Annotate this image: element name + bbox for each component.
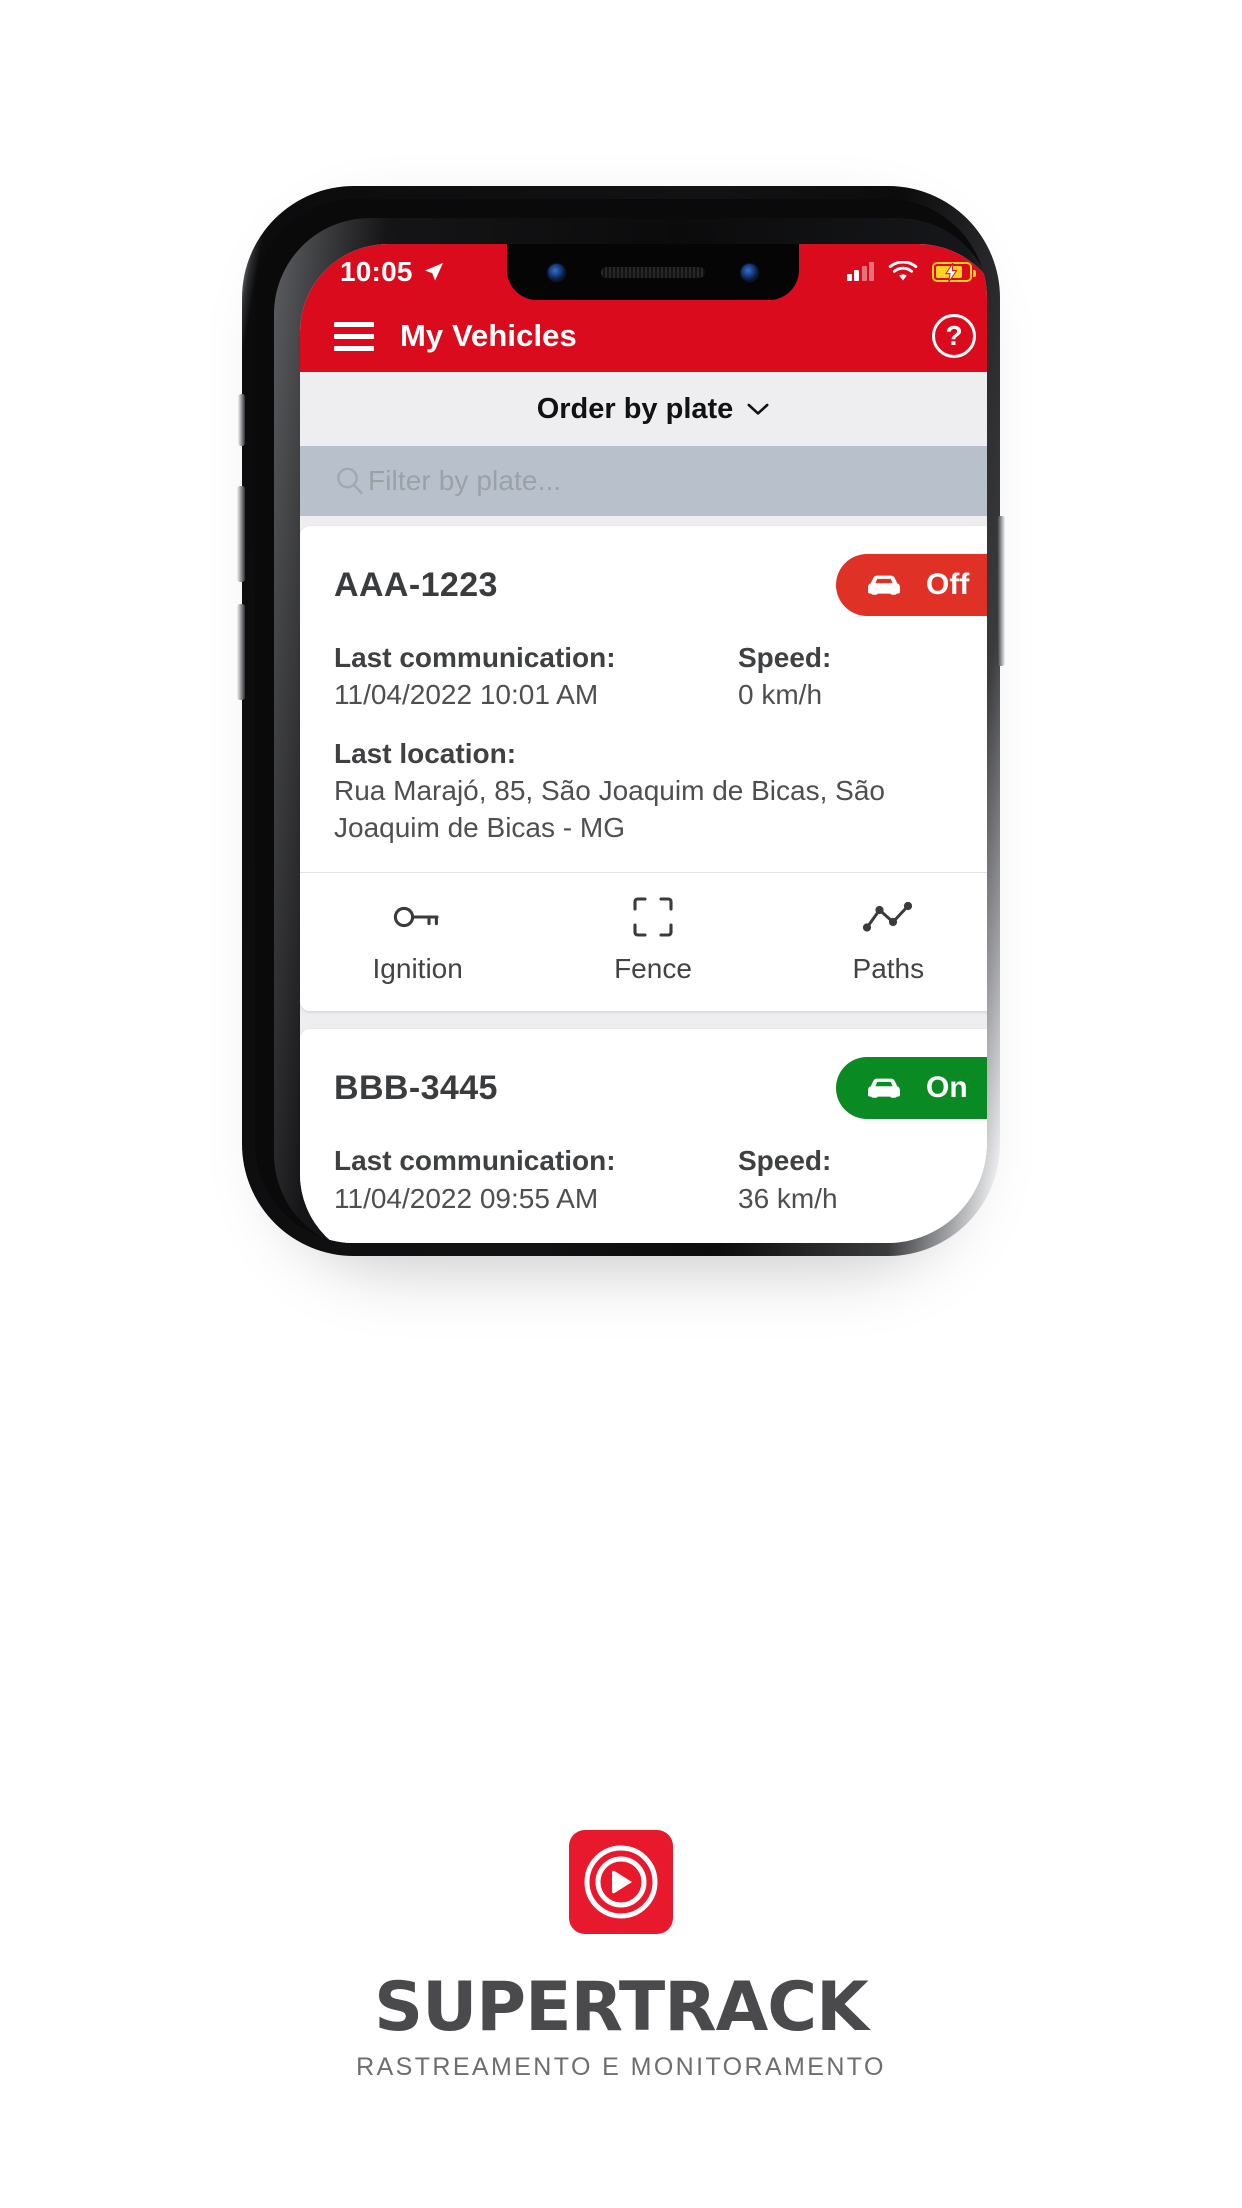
phone-notch bbox=[507, 244, 799, 300]
speed-label: Speed: bbox=[738, 1145, 832, 1177]
car-icon bbox=[868, 575, 900, 595]
ignition-status-label: Off bbox=[926, 568, 970, 601]
vehicle-card-header: AAA-1223 Off bbox=[300, 526, 987, 640]
phone-body: 10:05 My Vehicles ? Order by plate Filte… bbox=[255, 199, 987, 1243]
last-communication-block: Last communication: 11/04/2022 10:01 AM bbox=[334, 640, 738, 714]
action-ignition-label: Ignition bbox=[372, 953, 463, 985]
action-fence[interactable]: Fence bbox=[535, 895, 770, 985]
ignition-status-label: On bbox=[926, 1071, 968, 1105]
front-sensor-icon bbox=[548, 263, 565, 281]
vehicle-meta-row: Last communication: 11/04/2022 09:55 AM … bbox=[334, 1143, 972, 1217]
vehicle-card-body: Last communication: 11/04/2022 10:01 AM … bbox=[300, 640, 987, 872]
charging-bolt-icon bbox=[945, 263, 958, 282]
last-communication-label: Last communication: bbox=[334, 642, 616, 673]
power-button[interactable] bbox=[997, 516, 1005, 666]
vehicle-plate: AAA-1223 bbox=[334, 565, 498, 604]
chevron-down-icon bbox=[747, 403, 769, 415]
search-placeholder: Filter by plate... bbox=[368, 465, 562, 496]
volume-down-button[interactable] bbox=[237, 604, 245, 700]
last-location-value: Rua Marajó, 85, São Joaquim de Bicas, Sã… bbox=[334, 774, 885, 843]
front-camera-icon bbox=[741, 263, 758, 281]
cellular-signal-icon bbox=[846, 262, 874, 281]
status-bar-right bbox=[846, 261, 976, 283]
phone-chrome-ring: 10:05 My Vehicles ? Order by plate Filte… bbox=[274, 218, 987, 1243]
last-communication-value: 11/04/2022 09:55 AM bbox=[334, 1182, 599, 1214]
ignition-status-badge[interactable]: Off bbox=[836, 554, 987, 616]
hamburger-menu-icon[interactable] bbox=[334, 321, 374, 351]
action-paths[interactable]: Paths bbox=[771, 895, 987, 985]
action-fence-label: Fence bbox=[614, 953, 692, 985]
vehicle-list[interactable]: AAA-1223 Off Last communication: 11/04/2… bbox=[300, 516, 987, 1243]
last-location-label: Last location: bbox=[334, 738, 517, 770]
phone-mockup: 10:05 My Vehicles ? Order by plate Filte… bbox=[237, 186, 1005, 1266]
vehicle-plate: BBB-3445 bbox=[334, 1068, 498, 1107]
car-icon bbox=[868, 1079, 900, 1099]
phone-screen: 10:05 My Vehicles ? Order by plate Filte… bbox=[300, 244, 987, 1243]
last-communication-block: Last communication: 11/04/2022 09:55 AM bbox=[334, 1143, 738, 1217]
silent-switch[interactable] bbox=[238, 394, 245, 446]
app-header: My Vehicles ? bbox=[300, 300, 987, 372]
speed-label: Speed: bbox=[738, 642, 832, 673]
ignition-status-badge[interactable]: On bbox=[836, 1057, 987, 1120]
phone-outer-bezel: 10:05 My Vehicles ? Order by plate Filte… bbox=[242, 186, 1000, 1256]
order-by-dropdown[interactable]: Order by plate bbox=[300, 372, 987, 446]
brand-tagline: RASTREAMENTO E MONITORAMENTO bbox=[356, 2053, 886, 2081]
paths-line-chart-icon bbox=[862, 895, 914, 939]
search-field[interactable]: Filter by plate... bbox=[300, 446, 987, 516]
vehicle-actions: Ignition Fence Paths bbox=[300, 873, 987, 1011]
brand-block: SUPERTRACK RASTREAMENTO E MONITORAMENTO bbox=[0, 1830, 1242, 2082]
supertrack-radar-arrow-logo bbox=[569, 1830, 673, 1934]
page-title: My Vehicles bbox=[400, 318, 577, 353]
last-communication-value: 11/04/2022 10:01 AM bbox=[334, 679, 599, 711]
status-bar-clock: 10:05 bbox=[340, 256, 413, 287]
earpiece-speaker bbox=[601, 266, 705, 278]
volume-up-button[interactable] bbox=[237, 486, 245, 582]
navigation-arrow-icon bbox=[424, 263, 443, 281]
wifi-icon bbox=[888, 261, 918, 281]
last-location-block: Last location: Avenida Padre Tarcísio Go… bbox=[334, 1240, 972, 1243]
speed-block: Speed: 36 km/h bbox=[738, 1143, 972, 1217]
speed-value: 36 km/h bbox=[738, 1182, 838, 1214]
search-icon bbox=[337, 467, 363, 495]
last-location-block: Last location: Rua Marajó, 85, São Joaqu… bbox=[334, 736, 972, 846]
action-ignition[interactable]: Ignition bbox=[300, 895, 535, 985]
status-bar-left: 10:05 bbox=[340, 258, 446, 286]
order-by-label: Order by plate bbox=[536, 392, 734, 425]
last-communication-label: Last communication: bbox=[334, 1145, 616, 1177]
vehicle-card-body: Last communication: 11/04/2022 09:55 AM … bbox=[300, 1143, 987, 1243]
speed-value: 0 km/h bbox=[738, 679, 823, 711]
speed-block: Speed: 0 km/h bbox=[738, 640, 972, 714]
brand-name: SUPERTRACK bbox=[374, 1968, 869, 2047]
vehicle-meta-row: Last communication: 11/04/2022 10:01 AM … bbox=[334, 640, 972, 714]
key-icon bbox=[392, 895, 444, 939]
vehicle-card[interactable]: BBB-3445 On Last communication: 11/04/20… bbox=[300, 1029, 987, 1243]
screenshot-root: 10:05 My Vehicles ? Order by plate Filte… bbox=[0, 0, 1242, 2208]
battery-charging-icon bbox=[932, 262, 976, 282]
action-paths-label: Paths bbox=[852, 953, 925, 985]
fence-brackets-icon bbox=[632, 895, 674, 939]
vehicle-card-header: BBB-3445 On bbox=[300, 1029, 987, 1143]
vehicle-card[interactable]: AAA-1223 Off Last communication: 11/04/2… bbox=[300, 526, 987, 1012]
last-location-label: Last location: bbox=[334, 1240, 972, 1243]
help-icon[interactable]: ? bbox=[932, 314, 976, 358]
